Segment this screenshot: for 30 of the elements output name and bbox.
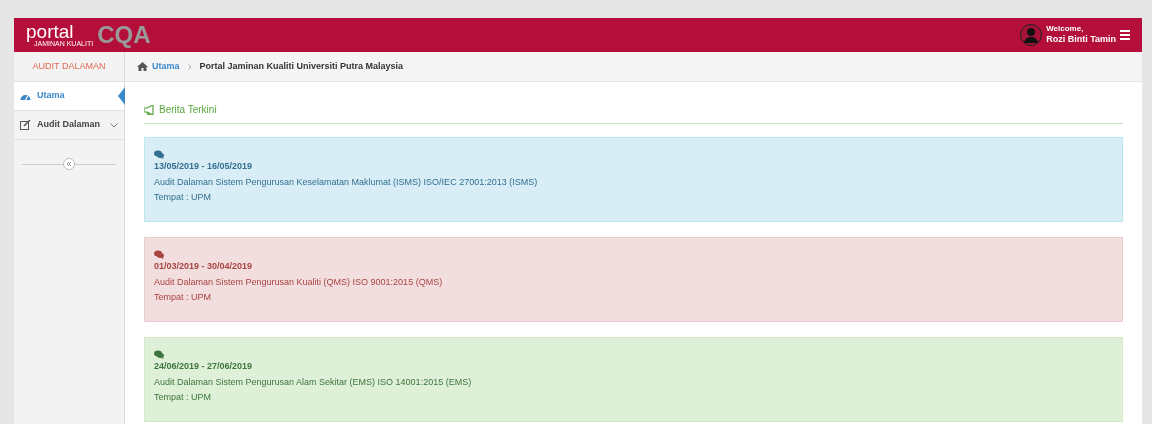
notice-title: Audit Dalaman Sistem Pengurusan Keselamatan Maklumat (ISMS) ISO/IEC 27001:2013 (ISMS) xyxy=(154,175,538,189)
comments-icon xyxy=(154,350,164,359)
sidebar-item[interactable]: Utama xyxy=(14,82,124,111)
logo-word: portal xyxy=(26,24,74,40)
notice-title: Audit Dalaman Sistem Pengurusan Alam Sekitar (EMS) ISO 14001:2015 (EMS) xyxy=(154,375,472,389)
logo-mark: CQA xyxy=(97,23,151,47)
breadcrumb-link[interactable]: Utama xyxy=(152,59,180,74)
welcome-text: Welcome, xyxy=(1046,24,1085,35)
sidebar-item[interactable]: Audit Dalaman xyxy=(14,111,124,140)
menu-icon[interactable] xyxy=(1120,30,1130,40)
user-name[interactable]: Rozi Binti Tamin xyxy=(1046,34,1116,46)
notice-place: Tempat : UPM xyxy=(154,391,211,404)
avatar-icon[interactable] xyxy=(1020,24,1043,46)
notice-dates: 13/05/2019 - 16/05/2019 xyxy=(154,160,253,173)
notice-place: Tempat : UPM xyxy=(154,291,211,304)
chevron-right-icon xyxy=(187,63,192,70)
active-pointer-icon xyxy=(118,87,125,105)
breadcrumb-current: Portal Jaminan Kualiti Universiti Putra Malaysia xyxy=(199,59,404,73)
notice-place: Tempat : UPM xyxy=(154,191,211,204)
collapse-icon[interactable] xyxy=(63,158,75,170)
section-title: Berita Terkini xyxy=(159,103,217,117)
comments-icon xyxy=(154,150,164,159)
comments-icon xyxy=(154,250,164,259)
notice-dates: 01/03/2019 - 30/04/2019 xyxy=(154,260,253,273)
sidebar-title: AUDIT DALAMAN xyxy=(32,59,106,73)
notice-title: Audit Dalaman Sistem Pengurusan Kualiti (QMS) ISO 9001:2015 (QMS) xyxy=(154,275,443,289)
notice-dates: 24/06/2019 - 27/06/2019 xyxy=(154,360,253,373)
edit-icon xyxy=(20,120,31,130)
megaphone-icon xyxy=(144,104,155,115)
home-icon xyxy=(137,62,148,71)
